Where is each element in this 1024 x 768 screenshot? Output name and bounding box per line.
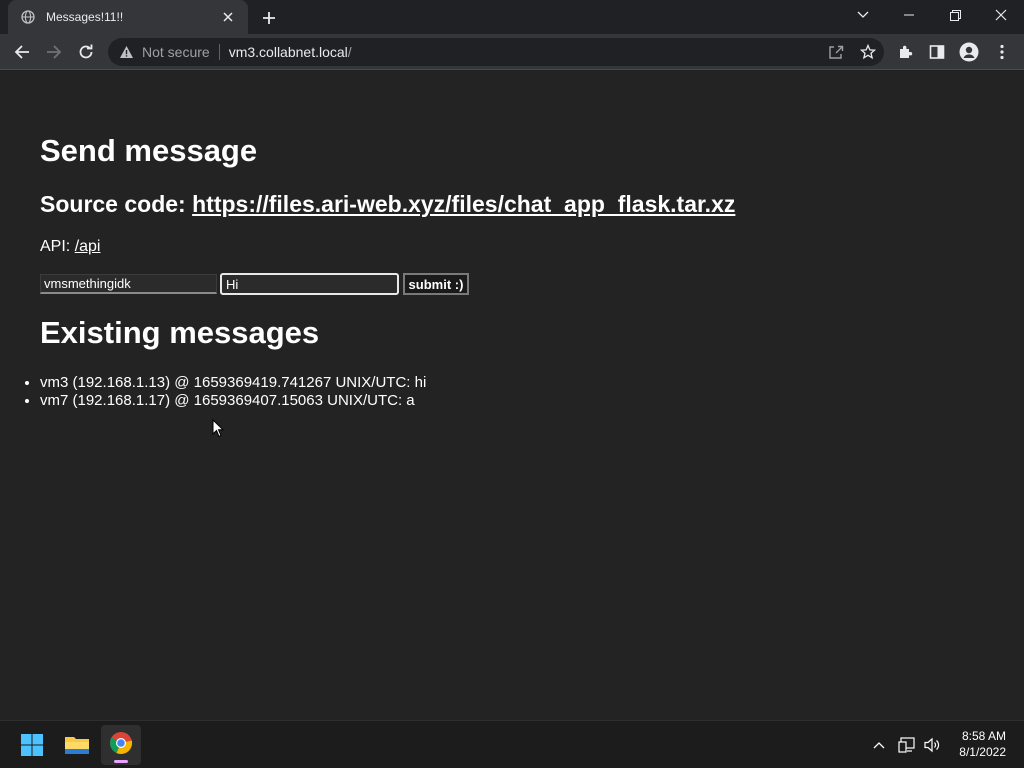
existing-messages-heading: Existing messages (40, 315, 320, 350)
kebab-menu-icon[interactable] (987, 37, 1017, 67)
puzzle-icon[interactable] (891, 37, 921, 67)
name-input[interactable] (40, 274, 217, 294)
api-link[interactable]: /api (75, 238, 101, 255)
forward-arrow-icon[interactable] (39, 37, 69, 67)
file-explorer-icon[interactable] (57, 725, 97, 765)
windows-start-icon[interactable] (12, 725, 52, 765)
close-icon[interactable] (218, 7, 238, 27)
volume-icon[interactable] (921, 733, 943, 757)
omnibox-separator (218, 44, 220, 60)
browser-toolbar: Not secure vm3.collabnet.local/ (0, 34, 1024, 70)
source-code-label: Source code: (40, 191, 186, 217)
list-item: vm3 (192.168.1.13) @ 1659369419.741267 U… (40, 374, 426, 392)
not-secure-label[interactable]: Not secure (142, 44, 210, 60)
page-viewport: Send message Source code: https://files.… (0, 71, 1024, 720)
chrome-taskbar-button[interactable] (101, 725, 141, 765)
send-message-heading: Send message (40, 133, 258, 168)
chevron-down-icon[interactable] (840, 0, 886, 30)
mouse-pointer-icon (212, 418, 225, 443)
address-bar[interactable]: Not secure vm3.collabnet.local/ (108, 38, 884, 66)
share-icon[interactable] (820, 38, 852, 66)
warning-icon[interactable] (118, 44, 134, 60)
plus-icon[interactable] (258, 7, 280, 29)
network-icon[interactable] (896, 733, 918, 757)
active-app-indicator (114, 760, 128, 763)
chevron-up-icon[interactable] (870, 733, 888, 757)
tab-title: Messages!11!! (46, 10, 124, 24)
url-text[interactable]: vm3.collabnet.local/ (229, 44, 352, 60)
message-input[interactable] (220, 273, 399, 295)
message-form: submit :) (40, 273, 469, 295)
source-code-link[interactable]: https://files.ari-web.xyz/files/chat_app… (192, 191, 735, 217)
sidepanel-icon[interactable] (922, 37, 952, 67)
chrome-icon (109, 731, 133, 760)
list-item: vm7 (192.168.1.17) @ 1659369407.15063 UN… (40, 392, 426, 410)
star-icon[interactable] (852, 38, 884, 66)
system-clock[interactable]: 8:58 AM 8/1/2022 (946, 728, 1006, 760)
message-list: vm3 (192.168.1.13) @ 1659369419.741267 U… (40, 374, 426, 410)
tab-strip: Messages!11!! (0, 0, 1024, 34)
globe-icon (20, 9, 36, 25)
browser-tab[interactable]: Messages!11!! (8, 0, 248, 34)
close-window-icon[interactable] (978, 0, 1024, 30)
url-host: vm3.collabnet.local (228, 44, 348, 60)
windows-taskbar: 8:58 AM 8/1/2022 (0, 720, 1024, 768)
api-label: API: (40, 238, 71, 255)
url-path: / (347, 44, 352, 60)
source-code-heading: Source code: https://files.ari-web.xyz/f… (40, 191, 735, 218)
api-line: API: /api (40, 238, 100, 256)
clock-time: 8:58 AM (961, 729, 1006, 743)
reload-icon[interactable] (71, 37, 101, 67)
profile-icon[interactable] (954, 37, 984, 67)
back-arrow-icon[interactable] (7, 37, 37, 67)
clock-date: 8/1/2022 (959, 745, 1006, 759)
minimize-icon[interactable] (886, 0, 932, 30)
submit-button[interactable]: submit :) (403, 273, 469, 295)
restore-icon[interactable] (932, 0, 978, 30)
